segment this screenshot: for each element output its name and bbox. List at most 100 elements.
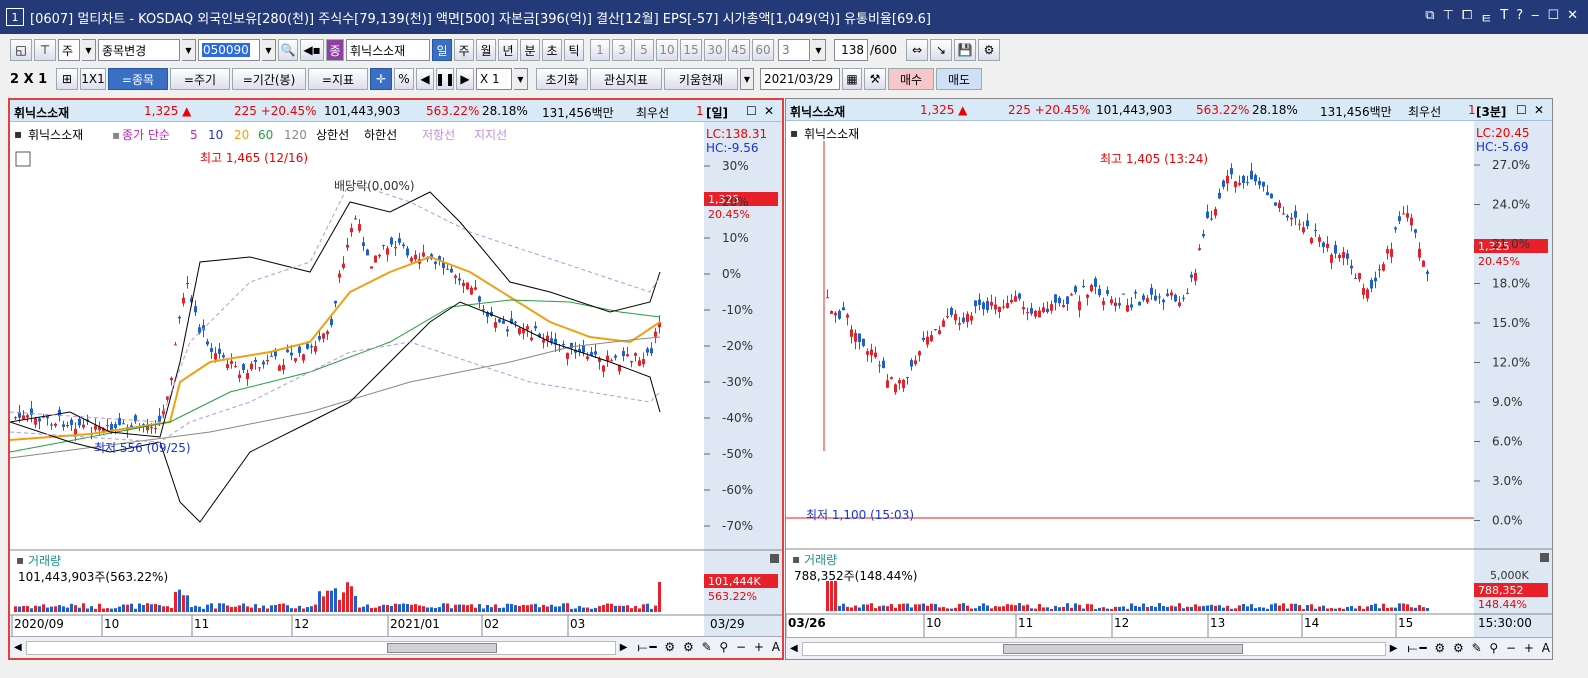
settings-gear-icon[interactable]: ⚙ — [978, 39, 1000, 61]
left-maximize-icon[interactable]: ☐ — [746, 104, 757, 118]
date-input[interactable]: 2021/03/29 — [760, 68, 840, 90]
interest-indicator-button[interactable]: 관심지표 — [590, 68, 662, 90]
left-vol-close-icon[interactable] — [770, 554, 779, 563]
help-icon[interactable]: ? — [1516, 8, 1523, 27]
tab-yearly[interactable]: 년 — [498, 39, 518, 61]
minute-30-button[interactable]: 30 — [704, 39, 726, 61]
left-zoom-controls[interactable]: ⟝━ ⚙ ⚙ ✎ ⚲ − + A — [637, 640, 782, 655]
left-scroll-thumb[interactable] — [386, 642, 497, 653]
buy-button[interactable]: 매수 — [888, 68, 934, 90]
tab-minute[interactable]: 분 — [520, 39, 540, 61]
right-scroll-track[interactable] — [801, 641, 1386, 656]
minute-60-button[interactable]: 60 — [752, 39, 774, 61]
trade-icon[interactable]: ⚒ — [864, 68, 886, 90]
left-chart-panel[interactable]: 휘닉스소재 1,325 ▲ 225 +20.45% 101,443,903 56… — [8, 98, 784, 660]
calendar-icon[interactable]: ▦ — [842, 68, 862, 90]
right-scroll-right-icon[interactable]: ▶ — [1390, 643, 1398, 654]
left-price-chart[interactable]: ▪ 휘닉스소재 ▪ 종가 단순 5 10 20 60 120 상한선 하한선 저… — [10, 122, 782, 642]
pin-top-icon[interactable]: ⊤ — [34, 39, 56, 61]
compare-icon[interactable]: ⇔ — [906, 39, 928, 61]
sell-button[interactable]: 매도 — [936, 68, 982, 90]
link-icon[interactable]: ⧉ — [1425, 8, 1434, 27]
left-scroll-track[interactable] — [25, 640, 616, 655]
multiplier-dropdown-icon[interactable]: ▼ — [514, 68, 528, 90]
maximize-icon[interactable]: ☐ — [1547, 8, 1559, 27]
volume-bar — [1330, 608, 1333, 611]
sync-period-button[interactable]: =주기 — [170, 68, 230, 90]
tab-icon[interactable]: ㅌ — [1480, 8, 1492, 27]
right-chart-panel[interactable]: 휘닉스소재 1,325 ▲ 225 +20.45% 101,443,903 56… — [785, 98, 1553, 660]
candle-body — [630, 360, 633, 363]
candle-body — [1074, 286, 1077, 293]
volume-bar — [238, 605, 241, 612]
grid-layout-icon[interactable]: ⊞ — [56, 68, 78, 90]
minute-45-button[interactable]: 45 — [728, 39, 750, 61]
volume-bar — [566, 603, 569, 612]
window-number: 1 — [6, 8, 24, 26]
bar-count-input[interactable]: 138 — [834, 39, 868, 61]
svg-text:▪: ▪ — [16, 553, 24, 567]
table-icon[interactable] — [15, 151, 31, 167]
draw-icon[interactable]: ↘ — [930, 39, 952, 61]
scroll-right-icon[interactable]: ▶ — [456, 68, 474, 90]
stock-change-dropdown-icon[interactable]: ▼ — [182, 39, 196, 61]
sync-indicator-button[interactable]: =지표 — [308, 68, 368, 90]
sync-range-button[interactable]: =기간(봉) — [232, 68, 306, 90]
kiwoom-current-button[interactable]: 키움현재 — [664, 68, 738, 90]
left-scrollbar[interactable]: ◀ ▶ ⟝━ ⚙ ⚙ ✎ ⚲ − + A — [10, 636, 782, 658]
custom-interval-input[interactable]: 3 — [778, 39, 810, 61]
right-price-chart[interactable]: ▪ 휘닉스소재 최고 1,405 (13:24) 최저 1,100 (15:03… — [786, 121, 1552, 641]
stock-code-value: 050090 — [202, 43, 250, 57]
kiwoom-dropdown-icon[interactable]: ▼ — [740, 68, 754, 90]
layout-1x1-button[interactable]: 1X1 — [80, 68, 106, 90]
volume-bar — [1146, 607, 1149, 611]
custom-interval-dropdown-icon[interactable]: ▼ — [812, 39, 826, 61]
tab-weekly[interactable]: 주 — [454, 39, 474, 61]
left-scroll-right-icon[interactable]: ▶ — [620, 642, 628, 653]
minute-10-button[interactable]: 10 — [656, 39, 678, 61]
left-scroll-left-icon[interactable]: ◀ — [14, 642, 22, 653]
right-scrollbar[interactable]: ◀ ▶ ⟝━ ⚙ ⚙ ✎ ⚲ − + A — [786, 637, 1552, 659]
pin-icon[interactable]: ⊤ — [1443, 8, 1454, 27]
period-unit-dropdown-icon[interactable]: ▼ — [82, 39, 96, 61]
minute-15-button[interactable]: 15 — [680, 39, 702, 61]
volume-bar — [174, 591, 177, 612]
minute-3-button[interactable]: 3 — [612, 39, 632, 61]
save-icon[interactable]: 💾 — [954, 39, 976, 61]
multiplier-select[interactable]: X 1 — [476, 68, 512, 90]
volume-bar — [446, 603, 449, 612]
legend-resist: 저항선 — [422, 128, 455, 142]
right-scroll-left-icon[interactable]: ◀ — [790, 643, 798, 654]
minute-1-button[interactable]: 1 — [590, 39, 610, 61]
minute-5-button[interactable]: 5 — [634, 39, 654, 61]
sound-icon[interactable]: ◀▪ — [300, 39, 324, 61]
right-scroll-thumb[interactable] — [1002, 643, 1243, 654]
left-close-icon[interactable]: ✕ — [764, 104, 774, 118]
minimize-icon[interactable]: ‒ — [1531, 8, 1539, 27]
search-icon[interactable]: 🔍 — [278, 39, 298, 61]
sync-stock-button[interactable]: =종목 — [108, 68, 168, 90]
right-close-icon[interactable]: ✕ — [1534, 103, 1544, 117]
pause-icon[interactable]: ❚❚ — [435, 68, 455, 90]
right-maximize-icon[interactable]: ☐ — [1516, 103, 1527, 117]
period-unit-select[interactable]: 주 — [58, 39, 80, 61]
copy-icon[interactable]: ⧠ — [1462, 8, 1472, 27]
right-zoom-controls[interactable]: ⟝━ ⚙ ⚙ ✎ ⚲ − + A — [1407, 641, 1552, 656]
tab-tick[interactable]: 틱 — [564, 39, 584, 61]
right-vol-close-icon[interactable] — [1540, 553, 1549, 562]
stock-name-field[interactable]: 휘닉스소재 — [346, 39, 430, 61]
stock-change-select[interactable]: 종목변경 — [98, 39, 180, 61]
scroll-left-icon[interactable]: ◀ — [416, 68, 434, 90]
reset-button[interactable]: 초기화 — [536, 68, 588, 90]
layout-icon[interactable]: ◱ — [10, 39, 32, 61]
text-icon[interactable]: T — [1500, 8, 1508, 27]
percent-button[interactable]: % — [394, 68, 414, 90]
stock-code-dropdown-icon[interactable]: ▼ — [262, 39, 276, 61]
close-icon[interactable]: ✕ — [1567, 8, 1578, 27]
tab-monthly[interactable]: 월 — [476, 39, 496, 61]
stock-code-input[interactable]: 050090 — [198, 39, 260, 61]
tab-daily[interactable]: 일 — [432, 39, 452, 61]
right-change: 225 +20.45% — [1008, 103, 1091, 117]
tab-second[interactable]: 초 — [542, 39, 562, 61]
crosshair-icon[interactable]: ✛ — [370, 68, 392, 90]
